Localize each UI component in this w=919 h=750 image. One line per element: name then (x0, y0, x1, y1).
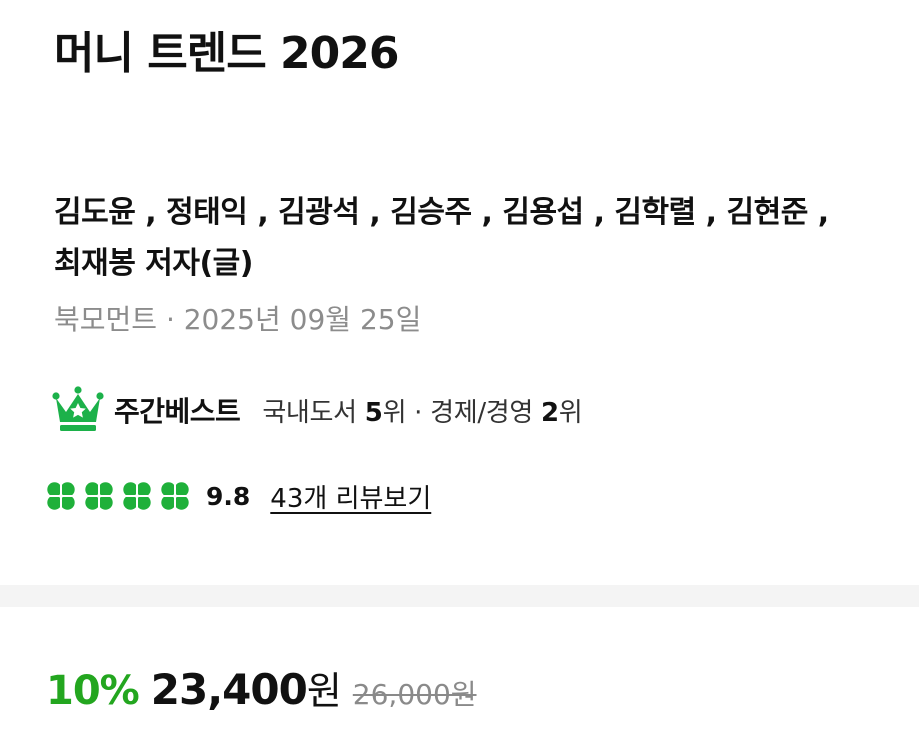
discount-rate: 10% (46, 668, 140, 714)
author-list[interactable]: 김도윤 , 정태익 , 김광석 , 김승주 , 김용섭 , 김학렬 , 김현준 … (54, 187, 874, 289)
publisher-info: 북모먼트 · 2025년 09월 25일 (54, 303, 422, 336)
book-info-section: 머니 트렌드 2026 김도윤 , 정태익 , 김광석 , 김승주 , 김용섭 … (0, 0, 919, 585)
crown-icon (52, 386, 104, 434)
rank-unit-domestic: 위 · (382, 397, 431, 428)
sale-price: 23,400원 (150, 660, 342, 715)
rating-score: 9.8 (206, 481, 251, 511)
weekly-best-label: 주간베스트 (114, 395, 241, 428)
clover-icon (158, 479, 192, 513)
bestseller-rank-detail: 국내도서 5위 · 경제/경영 2위 (262, 392, 582, 429)
section-divider (0, 585, 919, 607)
clover-icon (44, 479, 78, 513)
author-list-line-2[interactable]: 최재봉 저자(글) (54, 238, 874, 289)
rank-economy-value: 2 (540, 397, 559, 428)
original-price: 26,000원 (352, 678, 477, 711)
clover-icon (82, 479, 116, 513)
review-link[interactable]: 43개 리뷰보기 (270, 478, 431, 515)
author-list-line-1[interactable]: 김도윤 , 정태익 , 김광석 , 김승주 , 김용섭 , 김학렬 , 김현준 … (54, 187, 874, 238)
rank-category-domestic: 국내도서 (262, 397, 365, 428)
sale-price-unit: 원 (306, 669, 342, 713)
rank-unit-economy: 위 (558, 397, 583, 428)
rating-row: 9.8 43개 리뷰보기 (44, 475, 431, 517)
rank-domestic-value: 5 (364, 397, 383, 428)
rank-category-economy: 경제/경영 (430, 397, 541, 428)
clover-icon (120, 479, 154, 513)
book-title: 머니 트렌드 2026 (54, 28, 399, 79)
price-row: 10% 23,400원 26,000원 (46, 660, 477, 716)
weekly-best-badge[interactable]: 주간베스트 국내도서 5위 · 경제/경영 2위 (52, 386, 583, 434)
sale-price-value: 23,400 (150, 665, 308, 714)
